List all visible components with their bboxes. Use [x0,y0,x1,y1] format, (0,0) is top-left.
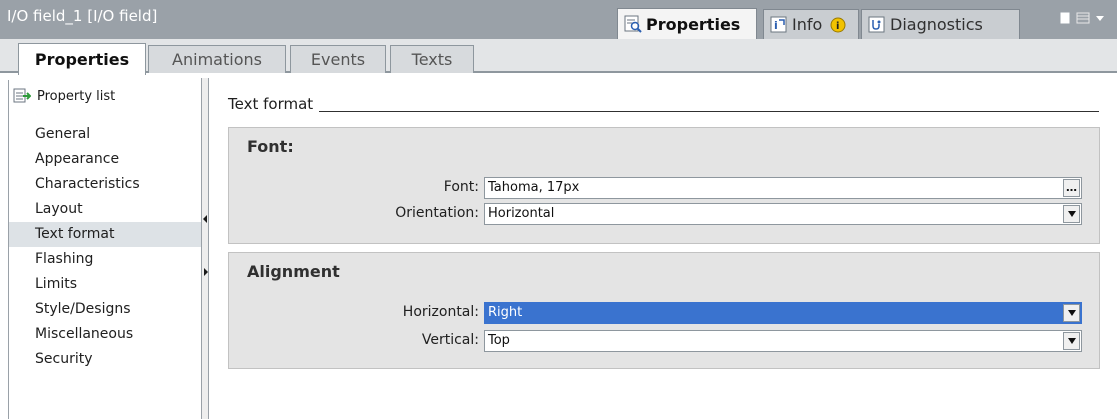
tab-info[interactable]: i Info i [763,9,859,39]
chevron-down-icon [1067,310,1076,316]
horizontal-dropdown-button[interactable] [1063,304,1080,322]
alignment-group: Alignment Horizontal: Right Vertical: To… [228,252,1100,369]
subtab-events[interactable]: Events [290,45,386,73]
font-label: Font: [443,179,479,195]
ellipsis-icon: … [1066,181,1077,194]
property-list-link[interactable]: Property list [13,88,115,104]
orientation-dropdown-button[interactable] [1063,205,1080,223]
alignment-group-title: Alignment [247,262,340,281]
horizontal-row: Horizontal: Right [229,302,1099,324]
info-icon: i [770,16,788,34]
property-nav: Property list General Appearance Charact… [8,80,201,419]
nav-item-general[interactable]: General [9,122,201,147]
font-row: Font: Tahoma, 17px … [229,177,1099,199]
window-controls [1059,12,1105,28]
nav-splitter[interactable] [201,78,209,419]
property-list-icon [13,88,31,104]
tab-properties[interactable]: Properties [617,8,757,39]
nav-item-miscellaneous[interactable]: Miscellaneous [9,322,201,347]
nav-item-limits[interactable]: Limits [9,272,201,297]
nav-item-style-designs[interactable]: Style/Designs [9,297,201,322]
subtab-texts[interactable]: Texts [390,45,474,73]
title-bar: I/O field_1 [I/O field] Properties i Inf… [0,0,1117,39]
vertical-select[interactable]: Top [484,330,1082,352]
tab-diagnostics-label: Diagnostics [890,15,983,34]
vertical-row: Vertical: Top [229,330,1099,352]
font-group: Font: Font: Tahoma, 17px … Orientation: … [228,127,1100,244]
section-divider [228,111,1099,112]
font-field[interactable]: Tahoma, 17px [484,177,1082,199]
chevron-down-icon[interactable] [1095,12,1105,28]
chevron-down-icon [1067,338,1076,344]
layout-icon[interactable] [1076,12,1090,28]
horizontal-label: Horizontal: [402,304,479,320]
nav-item-security[interactable]: Security [9,347,201,372]
property-tabs: Properties Animations Events Texts [0,39,1117,75]
svg-text:i: i [836,21,839,32]
font-browse-button[interactable]: … [1063,179,1080,197]
horizontal-select[interactable]: Right [484,302,1082,324]
info-badge-icon: i [830,17,846,33]
orientation-row: Orientation: Horizontal [229,203,1099,225]
subtab-animations[interactable]: Animations [148,45,286,73]
property-list-label: Property list [37,88,116,104]
vertical-dropdown-button[interactable] [1063,332,1080,350]
nav-item-appearance[interactable]: Appearance [9,147,201,172]
nav-item-text-format[interactable]: Text format [9,222,201,247]
vertical-label: Vertical: [421,332,479,348]
tab-diagnostics[interactable]: Diagnostics [861,9,1020,39]
subtab-properties[interactable]: Properties [18,43,146,75]
properties-icon [624,15,642,33]
tab-info-label: Info [792,15,823,34]
tab-properties-label: Properties [646,14,741,34]
window-title: I/O field_1 [I/O field] [7,7,158,25]
svg-text:i: i [774,19,778,32]
expand-right-icon[interactable] [204,268,208,276]
diagnostics-icon [868,16,886,34]
property-nav-list: General Appearance Characteristics Layou… [9,122,201,372]
font-group-title: Font: [247,137,294,156]
nav-item-flashing[interactable]: Flashing [9,247,201,272]
orientation-label: Orientation: [395,205,479,221]
nav-item-characteristics[interactable]: Characteristics [9,172,201,197]
property-content: Text format Font: Font: Tahoma, 17px … O… [210,80,1117,419]
nav-item-layout[interactable]: Layout [9,197,201,222]
restore-icon[interactable] [1059,12,1071,28]
orientation-select[interactable]: Horizontal [484,203,1082,225]
section-title: Text format [228,95,320,113]
chevron-down-icon [1067,211,1076,217]
collapse-left-icon[interactable] [203,215,207,223]
